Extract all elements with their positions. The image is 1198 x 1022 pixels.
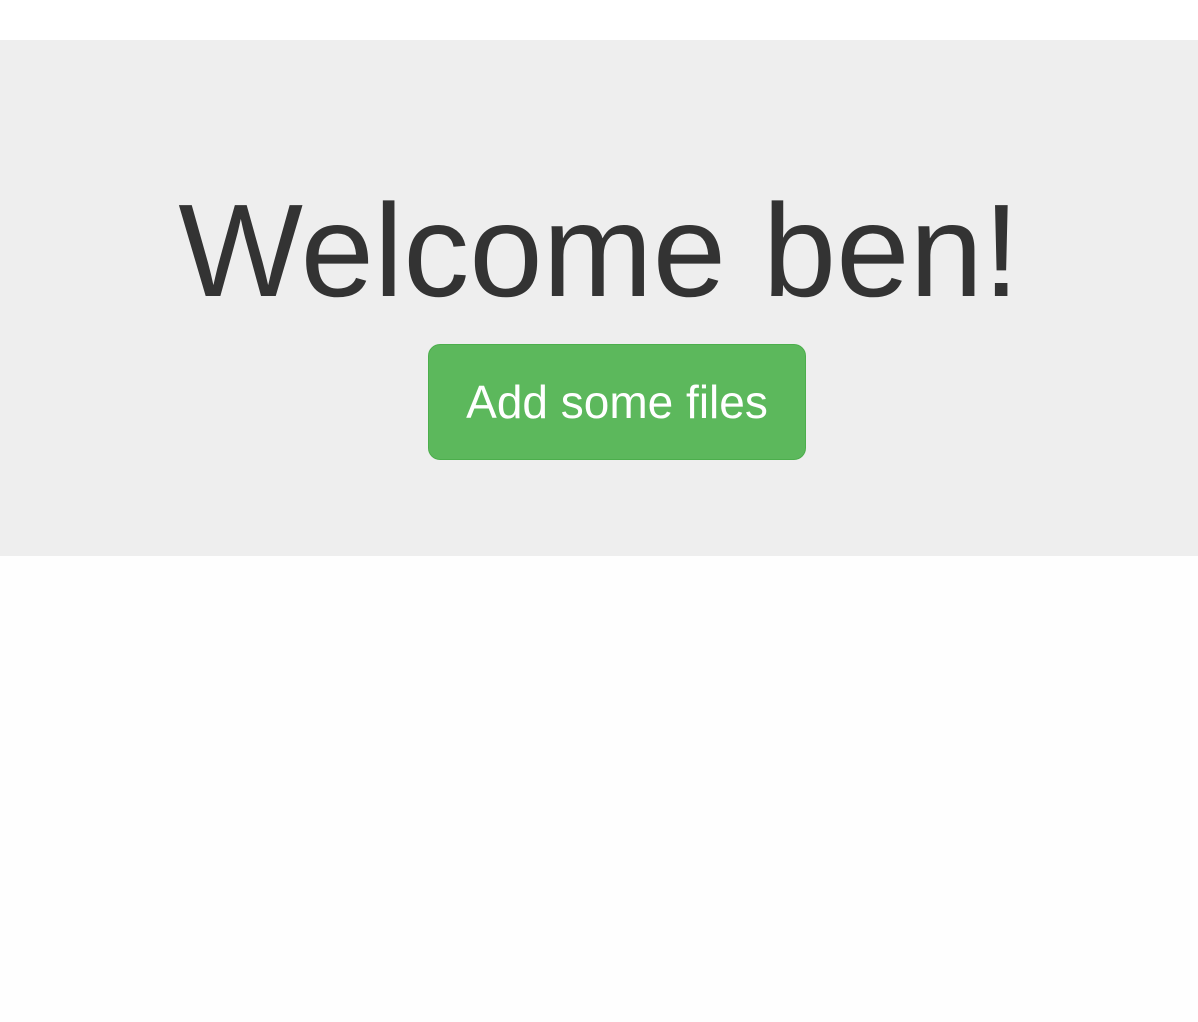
- page: Welcome ben! Add some files: [0, 0, 1198, 1022]
- add-files-button[interactable]: Add some files: [428, 344, 806, 460]
- welcome-heading: Welcome ben!: [178, 177, 1020, 324]
- empty-content-area: [0, 556, 1198, 1022]
